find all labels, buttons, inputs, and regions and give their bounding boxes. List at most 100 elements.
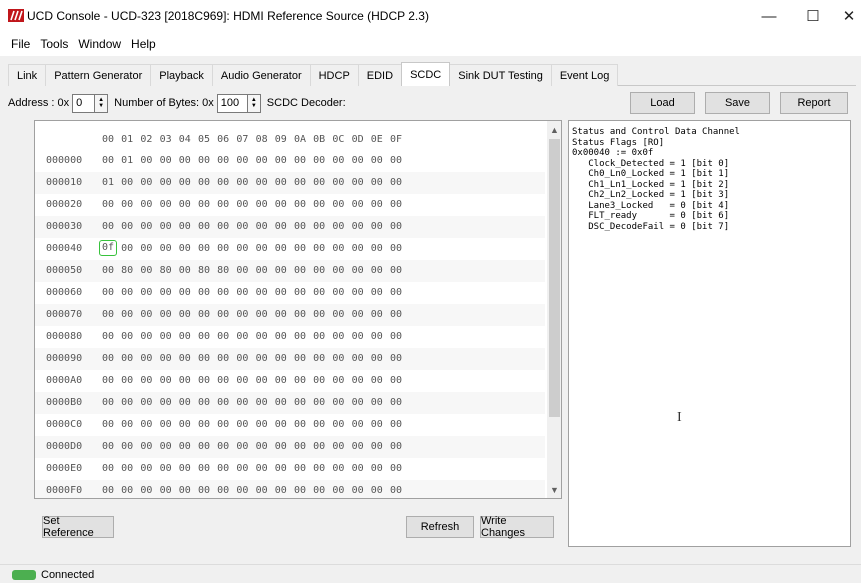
hex-byte-cell[interactable]: 00 [234, 177, 250, 188]
hex-byte-cell[interactable]: 00 [330, 177, 346, 188]
hex-byte-cell[interactable]: 00 [158, 353, 174, 364]
hex-byte-cell[interactable]: 00 [292, 199, 308, 210]
hex-byte-cell[interactable]: 00 [234, 485, 250, 496]
hex-byte-cell[interactable]: 00 [369, 375, 385, 386]
hex-byte-cell[interactable]: 00 [350, 441, 366, 452]
hex-byte-cell[interactable]: 00 [177, 353, 193, 364]
hex-byte-cell[interactable]: 00 [388, 177, 404, 188]
hex-byte-cell[interactable]: 00 [369, 441, 385, 452]
bytes-spinner[interactable]: ▲ ▼ [247, 93, 261, 113]
hex-byte-cell[interactable]: 00 [177, 331, 193, 342]
hex-byte-cell[interactable]: 00 [234, 353, 250, 364]
hex-byte-cell[interactable]: 00 [138, 353, 154, 364]
hex-byte-cell[interactable]: 00 [119, 309, 135, 320]
hex-byte-cell[interactable]: 00 [196, 309, 212, 320]
hex-byte-cell[interactable]: 00 [273, 331, 289, 342]
hex-byte-cell[interactable]: 00 [388, 287, 404, 298]
hex-byte-cell[interactable]: 00 [292, 419, 308, 430]
hex-byte-cell[interactable]: 00 [388, 265, 404, 276]
hex-byte-cell[interactable]: 00 [350, 155, 366, 166]
hex-byte-cell[interactable]: 00 [273, 221, 289, 232]
hex-byte-cell[interactable]: 00 [196, 177, 212, 188]
hex-byte-cell[interactable]: 00 [369, 397, 385, 408]
tab-scdc[interactable]: SCDC [401, 62, 451, 86]
hex-byte-cell[interactable]: 00 [158, 419, 174, 430]
hex-byte-cell[interactable]: 00 [330, 397, 346, 408]
hex-byte-cell[interactable]: 00 [350, 397, 366, 408]
hex-byte-cell[interactable]: 00 [292, 375, 308, 386]
hex-byte-cell[interactable]: 00 [138, 463, 154, 474]
save-button[interactable]: Save [705, 92, 770, 114]
hex-byte-cell[interactable]: 00 [388, 221, 404, 232]
hex-byte-cell[interactable]: 00 [388, 199, 404, 210]
hex-byte-cell[interactable]: 00 [369, 309, 385, 320]
address-input[interactable]: 0 [72, 93, 96, 113]
hex-byte-cell[interactable]: 00 [234, 463, 250, 474]
hex-byte-cell[interactable]: 00 [215, 199, 231, 210]
hex-byte-cell[interactable]: 00 [388, 375, 404, 386]
hex-byte-cell[interactable]: 00 [254, 177, 270, 188]
hex-byte-cell[interactable]: 00 [196, 331, 212, 342]
hex-byte-cell[interactable]: 00 [100, 331, 116, 342]
hex-byte-cell[interactable]: 00 [350, 265, 366, 276]
hex-byte-cell[interactable]: 00 [369, 221, 385, 232]
hex-byte-cell[interactable]: 00 [350, 375, 366, 386]
hex-byte-cell[interactable]: 00 [292, 155, 308, 166]
hex-byte-cell[interactable]: 00 [330, 375, 346, 386]
hex-byte-cell[interactable]: 00 [273, 243, 289, 254]
hex-byte-cell[interactable]: 00 [100, 265, 116, 276]
hex-byte-cell[interactable]: 00 [311, 177, 327, 188]
hex-byte-cell[interactable]: 00 [177, 485, 193, 496]
write-changes-button[interactable]: Write Changes [480, 515, 554, 539]
menu-window[interactable]: Window [73, 37, 126, 51]
hex-byte-cell[interactable]: 00 [273, 397, 289, 408]
hex-byte-cell[interactable]: 00 [330, 155, 346, 166]
hex-byte-cell[interactable]: 00 [311, 331, 327, 342]
hex-byte-cell[interactable]: 00 [311, 397, 327, 408]
hex-byte-cell[interactable]: 00 [273, 309, 289, 320]
hex-byte-cell[interactable]: 00 [196, 441, 212, 452]
bytes-input[interactable]: 100 [216, 93, 248, 113]
hex-byte-cell[interactable]: 00 [330, 199, 346, 210]
hex-byte-cell[interactable]: 00 [215, 485, 231, 496]
hex-byte-cell[interactable]: 0f [99, 240, 117, 256]
hex-byte-cell[interactable]: 00 [100, 419, 116, 430]
hex-byte-cell[interactable]: 00 [158, 485, 174, 496]
hex-byte-cell[interactable]: 00 [100, 287, 116, 298]
hex-byte-cell[interactable]: 00 [369, 155, 385, 166]
hex-byte-cell[interactable]: 00 [215, 375, 231, 386]
address-spinner[interactable]: ▲ ▼ [95, 93, 109, 113]
hex-byte-cell[interactable]: 00 [196, 485, 212, 496]
hex-byte-cell[interactable]: 00 [350, 419, 366, 430]
hex-byte-cell[interactable]: 00 [254, 199, 270, 210]
hex-byte-cell[interactable]: 00 [138, 155, 154, 166]
hex-byte-cell[interactable]: 00 [369, 177, 385, 188]
menu-tools[interactable]: Tools [35, 37, 73, 51]
hex-byte-cell[interactable]: 00 [215, 353, 231, 364]
hex-byte-cell[interactable]: 00 [158, 441, 174, 452]
hex-byte-cell[interactable]: 00 [215, 243, 231, 254]
hex-byte-cell[interactable]: 80 [158, 265, 174, 276]
hex-byte-cell[interactable]: 00 [388, 331, 404, 342]
hex-byte-cell[interactable]: 00 [350, 199, 366, 210]
hex-byte-cell[interactable]: 00 [350, 221, 366, 232]
hex-byte-cell[interactable]: 00 [273, 419, 289, 430]
hex-byte-cell[interactable]: 00 [100, 221, 116, 232]
hex-byte-cell[interactable]: 00 [330, 485, 346, 496]
menu-file[interactable]: File [6, 37, 35, 51]
hex-byte-cell[interactable]: 00 [350, 353, 366, 364]
hex-byte-cell[interactable]: 00 [350, 463, 366, 474]
hex-byte-cell[interactable]: 00 [158, 243, 174, 254]
hex-byte-cell[interactable]: 00 [196, 419, 212, 430]
hex-byte-cell[interactable]: 00 [350, 177, 366, 188]
hex-byte-cell[interactable]: 00 [273, 375, 289, 386]
hex-byte-cell[interactable]: 00 [311, 155, 327, 166]
hex-byte-cell[interactable]: 00 [234, 397, 250, 408]
hex-byte-cell[interactable]: 00 [158, 375, 174, 386]
hex-byte-cell[interactable]: 00 [388, 309, 404, 320]
hex-byte-cell[interactable]: 00 [215, 309, 231, 320]
refresh-button[interactable]: Refresh [406, 516, 474, 538]
hex-byte-cell[interactable]: 00 [196, 375, 212, 386]
hex-byte-cell[interactable]: 00 [369, 243, 385, 254]
hex-byte-cell[interactable]: 00 [234, 199, 250, 210]
